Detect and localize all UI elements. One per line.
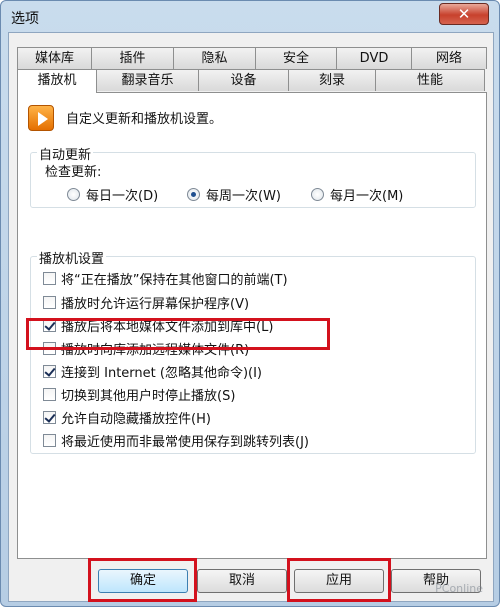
checkbox-keep-on-top-box[interactable] — [43, 272, 56, 285]
tab-dvd[interactable]: DVD — [336, 47, 412, 69]
checkbox-screensaver-box[interactable] — [43, 296, 56, 309]
auto-update-group: 自动更新 检查更新: 每日一次(D) 每周一次(W) 每月一次(M) — [30, 144, 476, 208]
tab-rip-music[interactable]: 翻录音乐 — [96, 69, 199, 91]
checkbox-autohide-controls[interactable]: 允许自动隐藏播放控件(H) — [43, 408, 211, 427]
radio-daily[interactable]: 每日一次(D) — [67, 185, 158, 204]
checkbox-connect-internet-box[interactable] — [43, 365, 56, 378]
tab-security[interactable]: 安全 — [255, 47, 337, 69]
checkbox-stop-on-switch[interactable]: 切换到其他用户时停止播放(S) — [43, 385, 235, 404]
tab-row-front: 播放机 翻录音乐 设备 刻录 性能 — [17, 69, 485, 93]
radio-weekly-dot[interactable] — [187, 188, 200, 201]
tab-network[interactable]: 网络 — [411, 47, 487, 69]
cancel-button[interactable]: 取消 — [197, 569, 287, 593]
radio-weekly-label: 每周一次(W) — [206, 189, 281, 204]
checkbox-stop-on-switch-box[interactable] — [43, 388, 56, 401]
tab-player[interactable]: 播放机 — [17, 69, 97, 93]
checkbox-keep-on-top-label: 将“正在播放”保持在其他窗口的前端(T) — [61, 273, 288, 288]
checkbox-jumplist-recent-box[interactable] — [43, 434, 56, 447]
radio-monthly[interactable]: 每月一次(M) — [311, 185, 403, 204]
close-icon: ✕ — [457, 5, 471, 23]
tab-plugins[interactable]: 插件 — [91, 47, 174, 69]
check-update-label: 检查更新: — [45, 165, 102, 180]
tab-row-back: 媒体库 插件 隐私 安全 DVD 网络 — [17, 47, 487, 69]
watermark-text: PConline — [435, 582, 483, 595]
checkbox-autohide-controls-box[interactable] — [43, 411, 56, 424]
radio-weekly[interactable]: 每周一次(W) — [187, 185, 281, 204]
dialog-client: 媒体库 插件 隐私 安全 DVD 网络 播放机 翻录音乐 设备 刻录 性能 自定… — [8, 32, 494, 602]
radio-daily-dot[interactable] — [67, 188, 80, 201]
checkbox-connect-internet-label: 连接到 Internet (忽略其他命令)(I) — [61, 366, 263, 381]
tab-burn[interactable]: 刻录 — [288, 69, 376, 91]
radio-daily-label: 每日一次(D) — [86, 189, 159, 204]
player-settings-title: 播放机设置 — [37, 248, 107, 267]
checkbox-connect-internet[interactable]: 连接到 Internet (忽略其他命令)(I) — [43, 362, 262, 381]
close-button[interactable]: ✕ — [439, 3, 489, 25]
checkbox-jumplist-recent[interactable]: 将最近使用而非最常使用保存到跳转列表(J) — [43, 431, 309, 450]
tab-library[interactable]: 媒体库 — [17, 47, 92, 69]
highlight-internet-option — [26, 318, 330, 350]
tab-devices[interactable]: 设备 — [198, 69, 289, 91]
checkbox-screensaver[interactable]: 播放时允许运行屏幕保护程序(V) — [43, 293, 249, 312]
player-settings-group: 播放机设置 将“正在播放”保持在其他窗口的前端(T) 播放时允许运行屏幕保护程序… — [30, 248, 476, 454]
checkbox-keep-on-top[interactable]: 将“正在播放”保持在其他窗口的前端(T) — [43, 269, 288, 288]
player-icon — [28, 105, 54, 131]
radio-monthly-dot[interactable] — [311, 188, 324, 201]
checkbox-autohide-controls-label: 允许自动隐藏播放控件(H) — [61, 412, 211, 427]
highlight-ok-button — [88, 558, 197, 602]
options-window: 选项 ✕ 媒体库 插件 隐私 安全 DVD 网络 播放机 翻录音乐 设备 刻录 … — [0, 0, 500, 607]
tab-performance[interactable]: 性能 — [375, 69, 485, 91]
title-bar[interactable]: 选项 ✕ — [1, 1, 500, 33]
checkbox-stop-on-switch-label: 切换到其他用户时停止播放(S) — [61, 389, 236, 404]
checkbox-screensaver-label: 播放时允许运行屏幕保护程序(V) — [61, 297, 250, 312]
highlight-apply-button — [287, 558, 391, 602]
checkbox-jumplist-recent-label: 将最近使用而非最常使用保存到跳转列表(J) — [61, 435, 309, 450]
radio-monthly-label: 每月一次(M) — [330, 189, 404, 204]
tab-privacy[interactable]: 隐私 — [173, 47, 256, 69]
panel-description: 自定义更新和播放机设置。 — [66, 112, 223, 127]
window-title: 选项 — [11, 11, 39, 27]
